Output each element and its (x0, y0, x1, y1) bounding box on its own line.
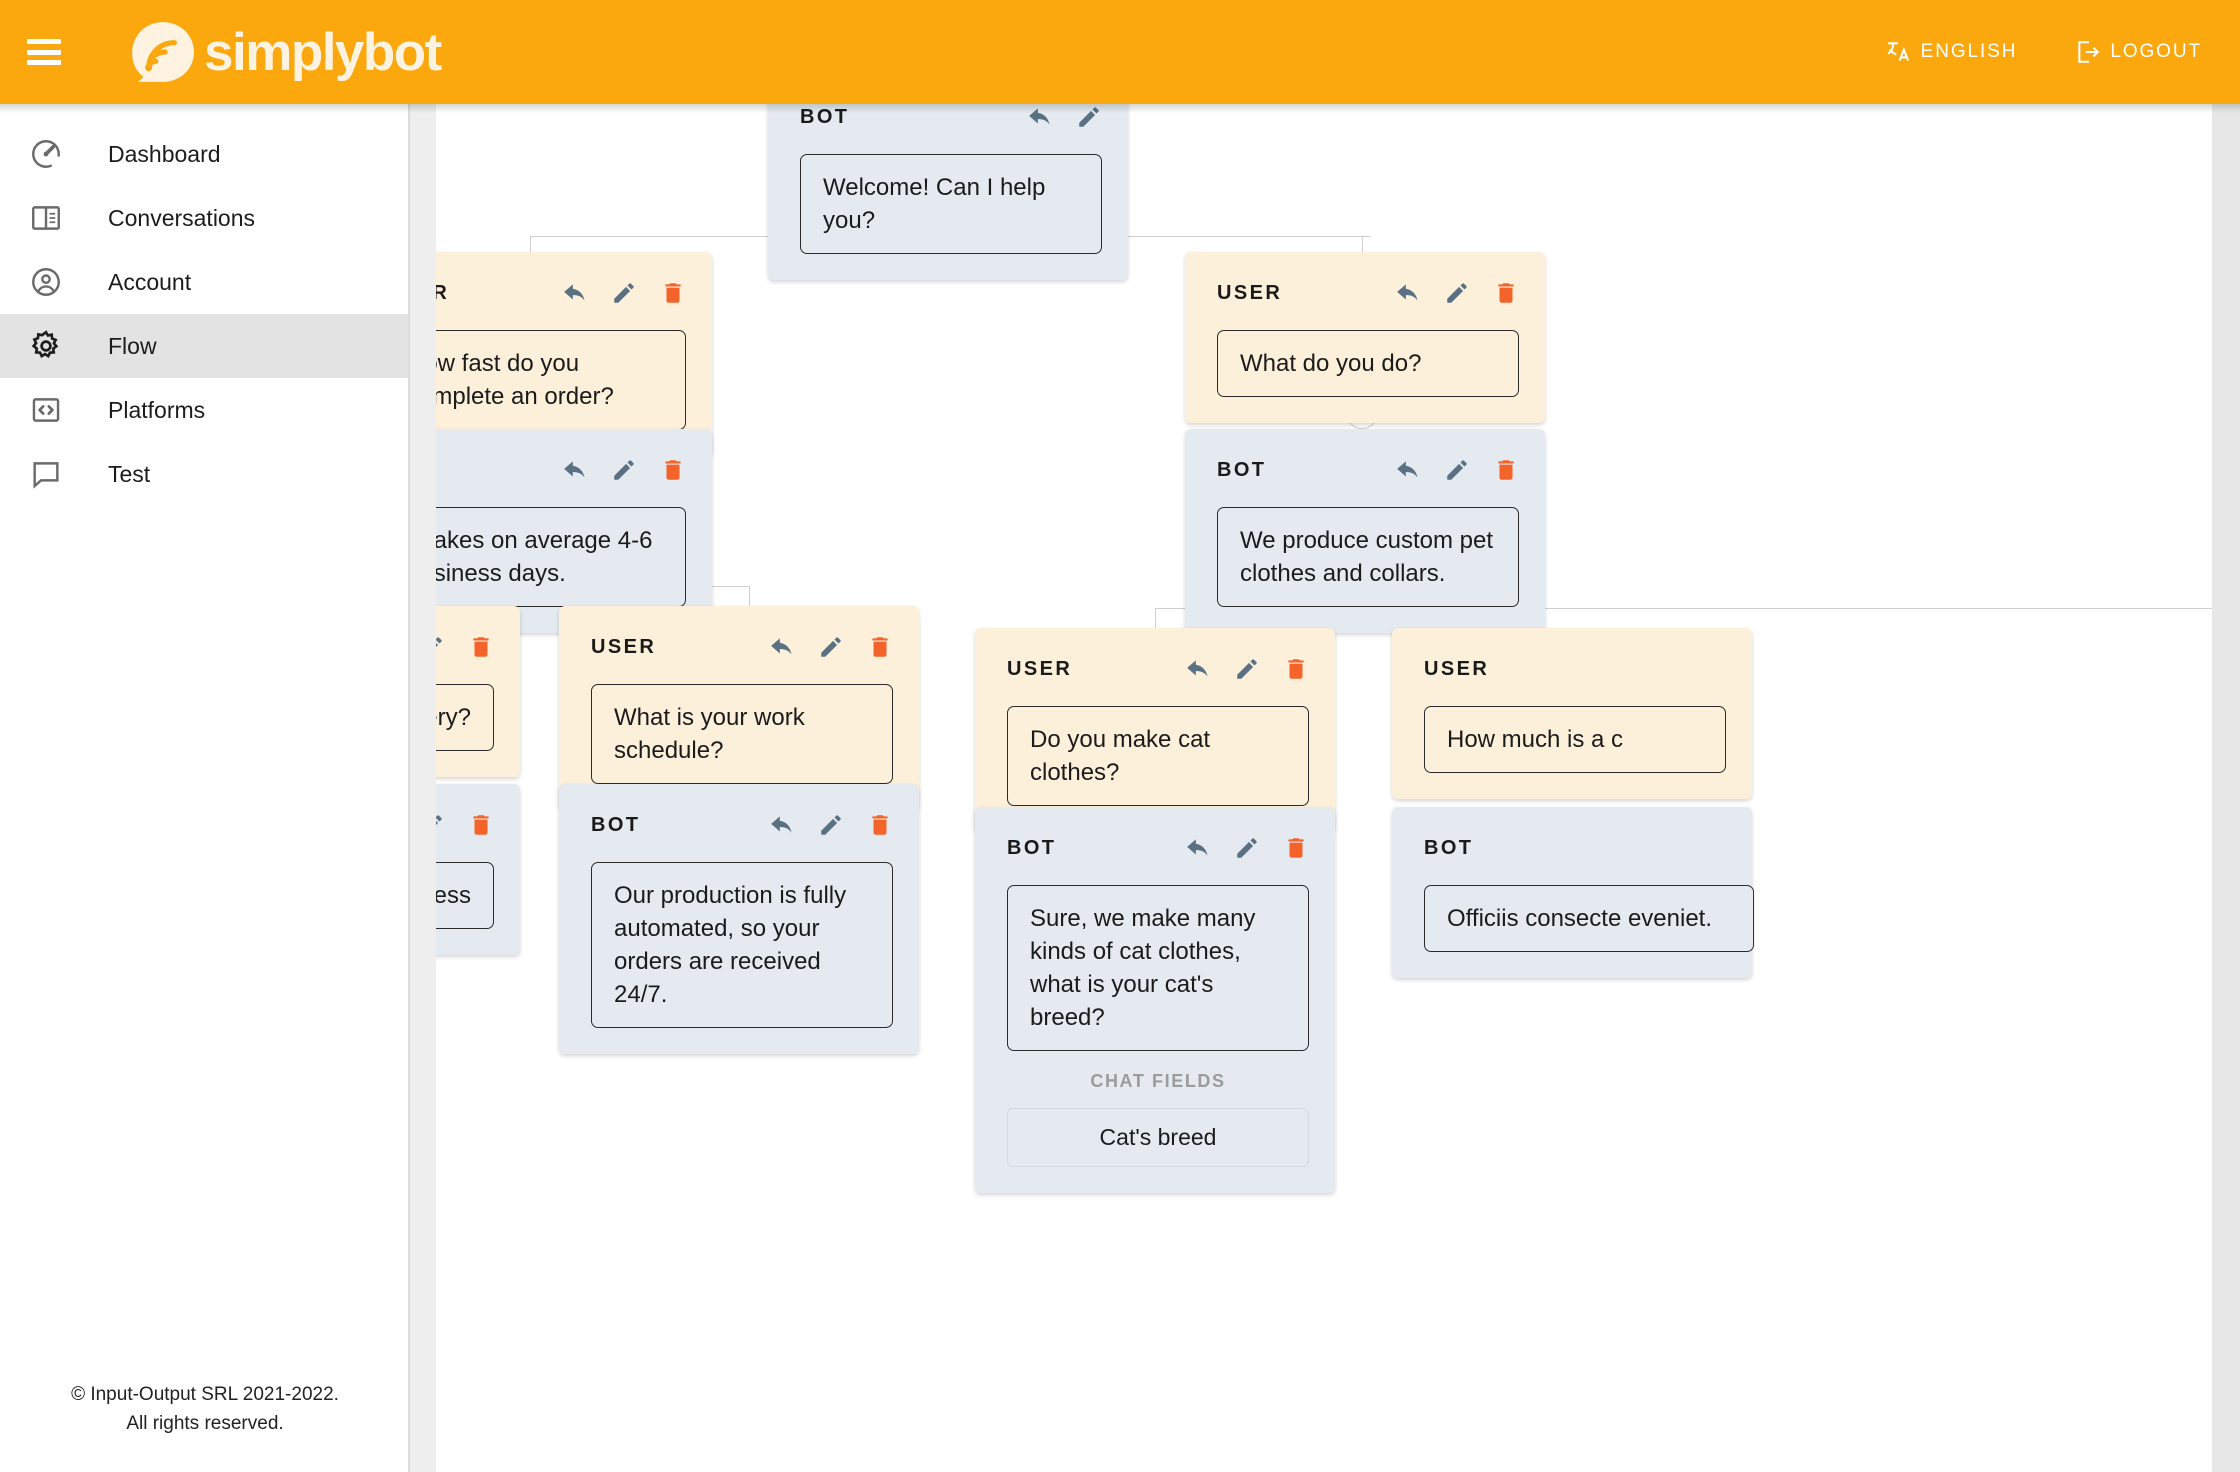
sidebar-item-conversations[interactable]: Conversations (0, 186, 410, 250)
language-switcher[interactable]: ENGLISH (1886, 39, 2018, 65)
node-message-text[interactable]: Sure, we make many kinds of cat clothes,… (1007, 885, 1309, 1052)
node-message-text[interactable]: It takes on average 4-6 business days. (410, 507, 686, 608)
chat-bubble-icon (22, 457, 70, 491)
reply-arrow-icon[interactable] (769, 634, 795, 660)
trash-icon[interactable] (867, 634, 893, 660)
connector (749, 586, 750, 606)
node-role-label: USER (1424, 657, 1490, 680)
reply-arrow-icon[interactable] (1395, 457, 1421, 483)
flow-node-bot[interactable]: BOT Our production is fully automated, s… (559, 784, 919, 1055)
pencil-icon[interactable] (1234, 835, 1260, 861)
node-message-text[interactable]: How much is a c (1424, 706, 1726, 774)
node-role-label: BOT (1217, 458, 1267, 481)
sidebar-item-label: Platforms (108, 396, 206, 423)
reply-arrow-icon[interactable] (562, 457, 588, 483)
logout-label: LOGOUT (2110, 41, 2202, 62)
pencil-icon[interactable] (1444, 457, 1470, 483)
logout-button[interactable]: LOGOUT (2075, 39, 2202, 65)
node-message-text[interactable]: We produce custom pet clothes and collar… (1217, 507, 1519, 608)
pencil-icon[interactable] (818, 812, 844, 838)
chat-field-item[interactable]: Cat's breed (1007, 1108, 1309, 1168)
connector (1155, 608, 1156, 628)
user-circle-icon (22, 265, 70, 299)
sidebar-item-account[interactable]: Account (0, 250, 410, 314)
node-message-text[interactable]: Welcome! Can I help you? (800, 154, 1102, 255)
flow-node-user[interactable]: USER How fast do you complete an order? (410, 252, 712, 457)
pencil-icon[interactable] (611, 280, 637, 306)
language-label: ENGLISH (1920, 41, 2018, 62)
book-icon (22, 201, 70, 235)
sidebar-nav: Dashboard Conversations Account Flow Pla… (0, 104, 410, 1472)
logout-icon (2078, 41, 2100, 63)
hamburger-menu-icon[interactable] (27, 39, 61, 65)
canvas-scrollbar-left[interactable] (410, 104, 436, 1472)
translate-icon (1887, 42, 1909, 62)
trash-icon[interactable] (660, 280, 686, 306)
pencil-icon[interactable] (818, 634, 844, 660)
node-message-text[interactable]: How fast do you complete an order? (410, 330, 686, 431)
node-role-label: USER (591, 635, 657, 658)
flow-node-user[interactable]: USER Do you make cat clothes? (975, 628, 1335, 833)
trash-icon[interactable] (468, 812, 494, 838)
trash-icon[interactable] (1493, 457, 1519, 483)
sidebar-item-label: Flow (108, 332, 157, 359)
copyright-line-2: All rights reserved. (126, 1412, 284, 1434)
top-header-bar: simplybot ENGLISH LOGOUT (0, 0, 2240, 104)
sidebar-item-label: Dashboard (108, 140, 221, 167)
flow-node-bot[interactable]: BOT Sure, we make many kinds of cat clot… (975, 807, 1335, 1194)
node-role-label: USER (1007, 657, 1073, 680)
node-role-label: BOT (800, 105, 850, 128)
simplybot-mark-icon (132, 22, 194, 82)
copyright-line-1: © Input-Output SRL 2021-2022. (71, 1384, 339, 1405)
flow-node-bot[interactable]: BOT Officiis consecte eveniet. (1392, 807, 1754, 979)
node-message-text[interactable]: What is your work schedule? (591, 684, 893, 785)
trash-icon[interactable] (867, 812, 893, 838)
pencil-icon[interactable] (1076, 104, 1102, 130)
sidebar-item-flow[interactable]: Flow (0, 314, 410, 378)
node-message-text[interactable]: What do you do? (1217, 330, 1519, 398)
sidebar-item-test[interactable]: Test (0, 442, 410, 506)
node-role-label: BOT (1007, 836, 1057, 859)
flow-canvas[interactable]: BOT Welcome! Can I help you? USER How (410, 104, 2240, 1472)
node-role-label: BOT (1424, 836, 1474, 859)
pencil-icon[interactable] (1234, 656, 1260, 682)
node-message-text[interactable]: Our production is fully automated, so yo… (591, 862, 893, 1029)
trash-icon[interactable] (1283, 835, 1309, 861)
sidebar-item-label: Account (108, 268, 192, 295)
node-role-label: USER (1217, 281, 1283, 304)
reply-arrow-icon[interactable] (769, 812, 795, 838)
reply-arrow-icon[interactable] (562, 280, 588, 306)
sidebar-item-label: Conversations (108, 204, 256, 231)
trash-icon[interactable] (1283, 656, 1309, 682)
sidebar-item-label: Test (108, 460, 151, 487)
flow-node-bot[interactable]: BOT It takes on average 4-6 business day… (410, 429, 712, 634)
reply-arrow-icon[interactable] (1027, 104, 1053, 130)
sidebar-item-platforms[interactable]: Platforms (0, 378, 410, 442)
node-message-text[interactable]: Officiis consecte eveniet. (1424, 885, 1754, 953)
flow-node-user[interactable]: USER What is your work schedule? (559, 606, 919, 811)
chat-fields-label: CHAT FIELDS (1090, 1071, 1226, 1092)
reply-arrow-icon[interactable] (1185, 835, 1211, 861)
brand-name: simplybot (204, 22, 442, 82)
node-role-label: BOT (591, 813, 641, 836)
sidebar-item-dashboard[interactable]: Dashboard (0, 122, 410, 186)
flow-node-user[interactable]: USER How much is a c (1392, 628, 1752, 800)
brand-logo: simplybot (128, 19, 442, 85)
sidebar-footer: © Input-Output SRL 2021-2022. All rights… (0, 1381, 410, 1438)
trash-icon[interactable] (1493, 280, 1519, 306)
code-icon (22, 393, 70, 427)
reply-arrow-icon[interactable] (1185, 656, 1211, 682)
flow-node-bot[interactable]: BOT Welcome! Can I help you? (768, 104, 1128, 281)
flow-node-bot[interactable]: BOT We produce custom pet clothes and co… (1185, 429, 1545, 634)
trash-icon[interactable] (660, 457, 686, 483)
trash-icon[interactable] (468, 634, 494, 660)
pencil-icon[interactable] (1444, 280, 1470, 306)
node-message-text[interactable]: Do you make cat clothes? (1007, 706, 1309, 807)
pencil-icon[interactable] (611, 457, 637, 483)
flow-node-user[interactable]: USER What do you do? (1185, 252, 1545, 424)
canvas-scrollbar-right[interactable] (2212, 104, 2240, 1472)
gear-icon (22, 329, 70, 363)
reply-arrow-icon[interactable] (1395, 280, 1421, 306)
speedometer-icon (22, 137, 70, 171)
